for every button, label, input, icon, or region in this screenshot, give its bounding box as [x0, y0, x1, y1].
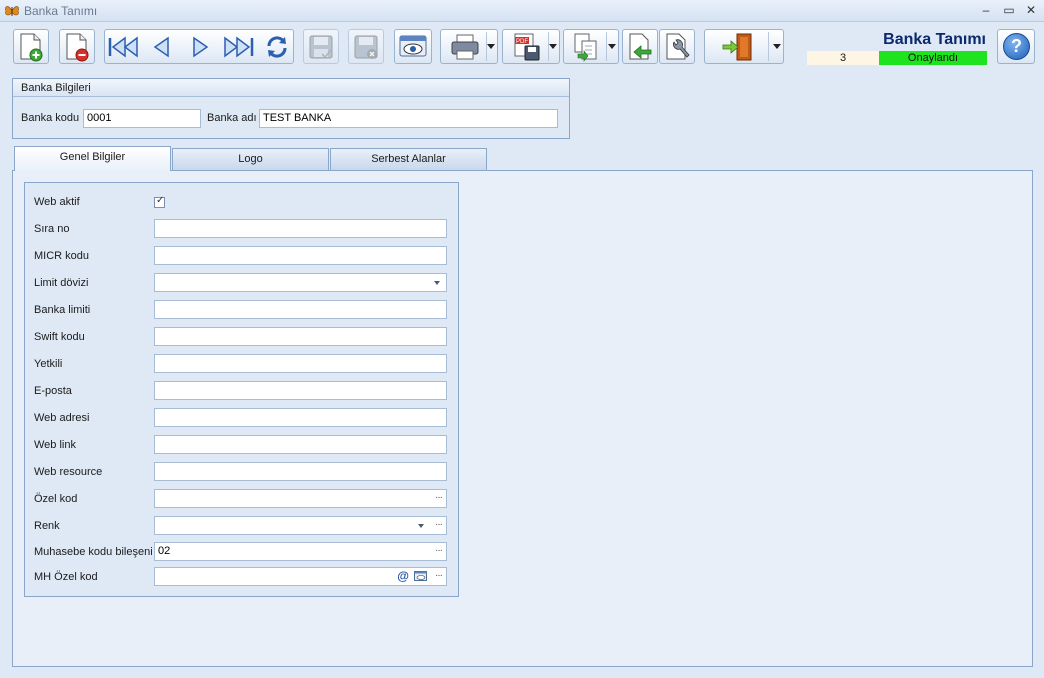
web-active-checkbox[interactable] [154, 195, 165, 208]
ellipsis-icon[interactable]: ··· [435, 516, 443, 533]
field-label: Swift kodu [34, 331, 85, 343]
bank-name-input[interactable]: TEST BANKA [259, 109, 558, 128]
copy-button[interactable] [563, 29, 619, 64]
bank-code-label: Banka kodu [21, 112, 80, 124]
copy-document-icon [574, 33, 597, 62]
save-close-button[interactable] [348, 29, 384, 64]
form-title: Banka Tanımı [883, 31, 986, 48]
question-mark-icon: ? [1003, 33, 1030, 60]
exit-dropdown-arrow-icon[interactable] [773, 44, 781, 49]
chevron-down-icon[interactable] [434, 281, 440, 285]
field-label: MH Özel kod [34, 571, 98, 583]
tools-button[interactable] [659, 29, 695, 64]
chevron-down-icon[interactable] [418, 524, 424, 528]
butterfly-app-icon [5, 6, 19, 16]
status-badge: Onaylandı [879, 51, 987, 65]
save-button[interactable] [303, 29, 339, 64]
save-cancel-icon [354, 35, 378, 59]
field-label: Renk [34, 520, 60, 532]
web-resource-input[interactable] [154, 462, 447, 481]
record-number: 3 [807, 51, 879, 65]
mh-ozel-kod-input[interactable]: @ ··· [154, 567, 447, 586]
field-label: Muhasebe kodu bileşeni [34, 546, 153, 558]
web-active-label: Web aktif [34, 196, 80, 208]
delete-record-button[interactable] [59, 29, 95, 64]
maximize-button[interactable]: ▭ [999, 2, 1019, 19]
minimize-button[interactable]: – [976, 2, 996, 19]
muhasebe-kodu-value: 02 [158, 545, 171, 557]
tab-logo[interactable]: Logo [172, 148, 329, 170]
tab-serbest-alanlar[interactable]: Serbest Alanlar [330, 148, 487, 170]
export-pdf-button[interactable]: PDF [502, 29, 560, 64]
sira-no-input[interactable] [154, 219, 447, 238]
next-record-icon[interactable] [188, 35, 212, 59]
pdf-dropdown-arrow-icon[interactable] [549, 44, 557, 49]
previous-record-icon[interactable] [150, 35, 174, 59]
copy-dropdown-arrow-icon[interactable] [608, 44, 616, 49]
print-button[interactable] [440, 29, 498, 64]
e-posta-input[interactable] [154, 381, 447, 400]
ellipsis-icon[interactable]: ··· [435, 542, 443, 559]
tab-genel-bilgiler[interactable]: Genel Bilgiler [14, 146, 171, 171]
swift-kodu-input[interactable] [154, 327, 447, 346]
new-document-plus-icon [20, 33, 43, 61]
renk-select[interactable]: ··· [154, 516, 447, 535]
bank-info-title: Banka Bilgileri [13, 79, 569, 97]
web-adresi-input[interactable] [154, 408, 447, 427]
field-label: Web adresi [34, 412, 90, 424]
pdf-save-icon: PDF [514, 33, 540, 60]
new-record-button[interactable] [13, 29, 49, 64]
muhasebe-kodu-bileseni-input[interactable]: 02 ··· [154, 542, 447, 561]
field-label: MICR kodu [34, 250, 90, 262]
import-document-icon [629, 33, 652, 59]
preview-eye-icon [399, 35, 427, 56]
field-label: Web resource [34, 466, 103, 478]
banka-limiti-input[interactable] [154, 300, 447, 319]
field-label: Banka limiti [34, 304, 91, 316]
field-label: E-posta [34, 385, 72, 397]
refresh-icon[interactable] [262, 32, 292, 62]
bank-name-label: Banka adı [207, 112, 257, 124]
printer-icon [451, 34, 479, 59]
help-button[interactable]: ? [997, 29, 1035, 64]
field-label: Limit dövizi [34, 277, 89, 289]
field-label: Web link [34, 439, 76, 451]
svg-text:PDF: PDF [516, 39, 528, 45]
preview-window-icon[interactable] [414, 571, 427, 582]
document-delete-icon [66, 33, 89, 61]
preview-button[interactable] [394, 29, 432, 64]
field-label: Yetkili [34, 358, 63, 370]
field-label: Özel kod [34, 493, 78, 505]
navigation-group [104, 29, 294, 64]
import-button[interactable] [622, 29, 658, 64]
title-bar: Banka Tanımı – ▭ ✕ [0, 0, 1044, 22]
ellipsis-icon[interactable]: ··· [435, 567, 443, 584]
print-dropdown-arrow-icon[interactable] [487, 44, 495, 49]
yetkili-input[interactable] [154, 354, 447, 373]
ellipsis-icon[interactable]: ··· [435, 489, 443, 506]
bank-info-group: Banka Bilgileri Banka kodu 0001 Banka ad… [12, 78, 570, 139]
first-record-icon[interactable] [107, 35, 141, 59]
limit-dovizi-select[interactable] [154, 273, 447, 292]
close-button[interactable]: ✕ [1021, 2, 1041, 19]
exit-door-icon [722, 33, 752, 60]
window-title: Banka Tanımı [24, 4, 98, 18]
wrench-document-icon [666, 33, 690, 59]
ozel-kod-input[interactable]: ··· [154, 489, 447, 508]
bank-code-input[interactable]: 0001 [83, 109, 201, 128]
last-record-icon[interactable] [221, 35, 255, 59]
save-icon [309, 35, 333, 58]
web-link-input[interactable] [154, 435, 447, 454]
at-sign-icon[interactable]: @ [397, 568, 409, 585]
field-label: Sıra no [34, 223, 70, 235]
exit-button[interactable] [704, 29, 784, 64]
micr-kodu-input[interactable] [154, 246, 447, 265]
